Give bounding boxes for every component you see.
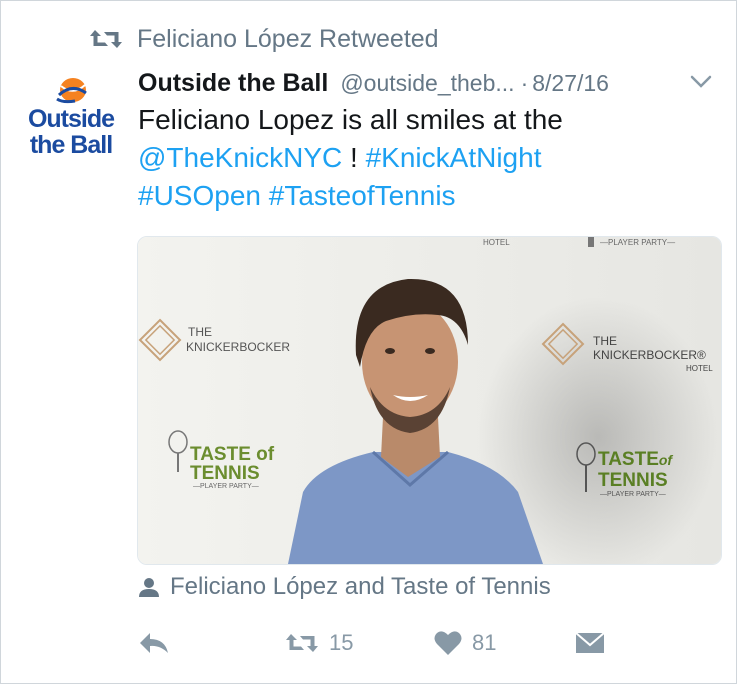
tweet-card[interactable]: Feliciano López Retweeted Outside the Ba… [0, 0, 737, 684]
author-handle[interactable]: @outside_theb... [340, 70, 514, 97]
retweet-icon [286, 634, 318, 652]
backdrop-hotel-text: HOTEL [483, 238, 510, 247]
retweet-icon [90, 30, 122, 48]
reply-icon [140, 633, 168, 653]
retweet-count: 15 [329, 630, 354, 655]
tweet-text: Feliciano Lopez is all smiles at the @Th… [138, 101, 723, 215]
author-avatar[interactable]: Outside the Ball [19, 77, 123, 161]
backdrop-party-right: —PLAYER PARTY— [600, 491, 666, 498]
heart-icon [434, 631, 462, 655]
avatar-logo-line1: Outside [28, 105, 115, 133]
backdrop-the-left: THE [188, 325, 212, 339]
retweet-banner-text[interactable]: Feliciano López Retweeted [137, 25, 439, 54]
backdrop-tennis-left: TENNIS [190, 463, 260, 484]
hashtag-link[interactable]: #USOpen [138, 180, 261, 211]
direct-message-button[interactable] [575, 623, 605, 663]
tweet-date[interactable]: 8/27/16 [532, 70, 609, 97]
mention-link[interactable]: @TheKnickNYC [138, 142, 342, 173]
retweet-banner: Feliciano López Retweeted [89, 23, 439, 55]
backdrop-tennis-right: TENNIS [598, 470, 668, 491]
chevron-down-icon[interactable] [690, 75, 712, 89]
backdrop-taste-right: TASTEof [598, 449, 673, 470]
tweet-text-plain-2: ! [342, 142, 366, 173]
hashtag-link[interactable]: #TasteofTennis [269, 180, 456, 211]
envelope-icon [575, 632, 605, 653]
tennis-ball-logo-icon [56, 78, 87, 104]
backdrop-knickerbocker-right: KNICKERBOCKER® [593, 348, 706, 362]
tweet-header: Outside the Ball @outside_theb... · 8/27… [138, 63, 728, 103]
retweet-button[interactable]: 15 [285, 623, 353, 663]
like-button[interactable]: 81 [434, 623, 496, 663]
backdrop-party-text: —PLAYER PARTY— [600, 238, 675, 247]
tagged-users-text[interactable]: Feliciano López and Taste of Tennis [170, 573, 551, 601]
author-name[interactable]: Outside the Ball [138, 69, 328, 98]
reply-button[interactable] [138, 623, 170, 663]
tweet-text-plain: Feliciano Lopez is all smiles at the [138, 104, 563, 135]
like-count: 81 [472, 630, 497, 655]
avatar-logo-line2: the Ball [30, 131, 112, 159]
fork-icon [588, 237, 594, 247]
backdrop-hotel-right: HOTEL [686, 364, 713, 373]
separator-dot: · [520, 69, 529, 96]
backdrop-party-left: —PLAYER PARTY— [193, 483, 259, 490]
person-icon [139, 578, 159, 597]
backdrop-knickerbocker-left: KNICKERBOCKER [186, 340, 290, 354]
hashtag-link[interactable]: #KnickAtNight [366, 142, 542, 173]
backdrop-taste-left: TASTE of [190, 444, 275, 465]
photo-image: HOTEL —PLAYER PARTY— THE KNICKERBOCKER T… [138, 237, 721, 564]
tagged-users[interactable]: Feliciano López and Taste of Tennis [138, 571, 551, 603]
tweet-photo[interactable]: HOTEL —PLAYER PARTY— THE KNICKERBOCKER T… [137, 236, 722, 565]
backdrop-the-right: THE [593, 334, 617, 348]
tweet-actions: 15 81 [138, 623, 608, 663]
